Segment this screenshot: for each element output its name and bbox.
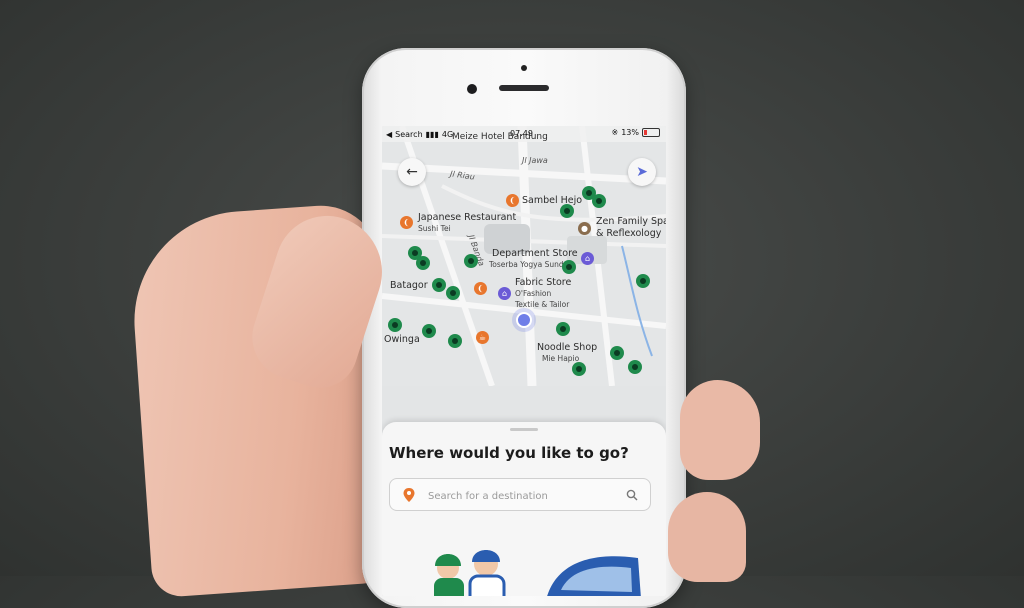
driver-bike-icon <box>560 204 574 218</box>
driver-bike-icon <box>610 346 624 360</box>
driver-bike-icon <box>464 254 478 268</box>
driver-bike-icon <box>592 194 606 208</box>
driver-bike-icon <box>628 360 642 374</box>
location-pin-icon <box>403 488 415 502</box>
map-place-noodle-shop[interactable]: Noodle Shop <box>537 342 597 353</box>
back-to-app-label[interactable]: Search <box>395 130 422 139</box>
search-icon[interactable] <box>626 489 638 501</box>
battery-percent: 13% <box>621 128 639 137</box>
sheet-title: Where would you like to go? <box>389 444 629 462</box>
smartphone: ◀ Search ▮▮▮ 4G 07.49 ※ 13% Meize Hotel … <box>362 48 686 608</box>
finger <box>680 380 760 480</box>
driver-bike-icon <box>446 286 460 300</box>
earpiece-speaker <box>499 85 549 91</box>
current-location-dot <box>516 312 532 328</box>
map-place-japanese-restaurant[interactable]: Japanese Restaurant <box>418 212 516 223</box>
locate-me-icon[interactable]: ➤ <box>628 158 656 186</box>
map-place-fabric-store-sub2: Textile & Tailor <box>515 300 570 309</box>
destination-search-input[interactable] <box>426 487 620 505</box>
map-place-batagor[interactable]: Batagor <box>390 280 428 291</box>
driver-bike-icon <box>422 324 436 338</box>
restaurant-icon[interactable]: ☕ <box>476 331 489 344</box>
driver-bike-icon <box>388 318 402 332</box>
store-icon[interactable]: ⌂ <box>581 252 594 265</box>
road-label-jawa: Jl Jawa <box>522 156 548 165</box>
destination-sheet[interactable]: Where would you like to go? <box>382 422 666 596</box>
map-place-zen-spa[interactable]: Zen Family Spa <box>596 216 666 227</box>
back-arrow-icon[interactable]: ← <box>398 158 426 186</box>
bluetooth-icon: ※ <box>611 128 619 137</box>
map-view[interactable]: ◀ Search ▮▮▮ 4G 07.49 ※ 13% Meize Hotel … <box>382 126 666 386</box>
driver-bike-icon <box>572 362 586 376</box>
finger <box>668 492 746 582</box>
restaurant-icon[interactable]: ❨ <box>400 216 413 229</box>
app-screen: ◀ Search ▮▮▮ 4G 07.49 ※ 13% Meize Hotel … <box>382 126 666 596</box>
driver-bike-icon <box>562 260 576 274</box>
driver-illustration <box>434 550 641 596</box>
destination-search-box[interactable] <box>389 478 651 511</box>
sheet-drag-handle[interactable] <box>510 428 538 431</box>
driver-bike-icon <box>448 334 462 348</box>
signal-icon: ▮▮▮ <box>425 129 439 139</box>
driver-bike-icon <box>636 274 650 288</box>
front-camera <box>467 84 477 94</box>
store-icon[interactable]: ⌂ <box>498 287 511 300</box>
proximity-sensor <box>521 65 527 71</box>
map-place-hotel[interactable]: Meize Hotel Bandung <box>452 132 548 142</box>
map-place-fabric-store[interactable]: Fabric Store <box>515 277 571 288</box>
back-to-app-icon[interactable]: ◀ <box>386 130 392 139</box>
map-place-department-store-sub: Toserba Yogya Sunda <box>489 260 569 269</box>
restaurant-icon[interactable]: ❨ <box>506 194 519 207</box>
restaurant-icon[interactable]: ❨ <box>474 282 487 295</box>
map-place-japanese-restaurant-sub: Sushi Tei <box>418 224 451 233</box>
spa-icon[interactable]: ● <box>578 222 591 235</box>
battery-icon <box>642 128 660 137</box>
map-place-fabric-store-sub: O'Fashion <box>515 289 552 298</box>
driver-bike-icon <box>416 256 430 270</box>
map-place-owinga[interactable]: Owinga <box>384 334 420 345</box>
map-place-zen-spa-sub: & Reflexology <box>596 228 662 239</box>
driver-bike-icon <box>556 322 570 336</box>
